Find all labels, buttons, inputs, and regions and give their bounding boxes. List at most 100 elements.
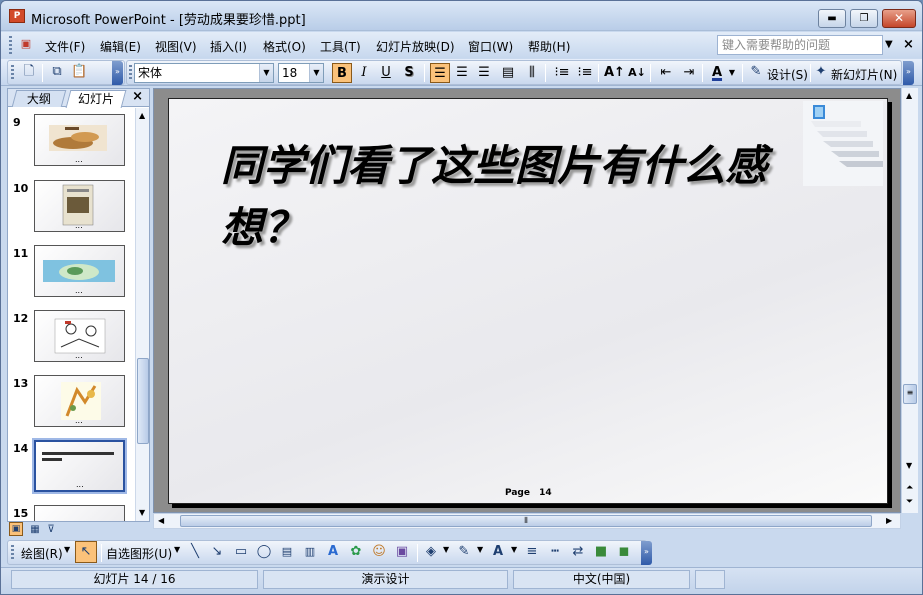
chevron-down-icon[interactable]: ▼ <box>727 63 737 83</box>
help-dropdown-arrow-icon[interactable]: ▼ <box>885 39 893 50</box>
slides-pane-scrollbar[interactable]: ▲ ▼ <box>135 108 149 521</box>
scroll-down-icon[interactable]: ▼ <box>906 461 912 470</box>
help-search-input[interactable]: 键入需要帮助的问题 <box>717 35 883 55</box>
3d-style-icon[interactable]: ◼ <box>616 544 632 560</box>
shadow-style-icon[interactable]: ■ <box>593 544 609 560</box>
menubar-grip[interactable] <box>9 36 12 54</box>
oval-icon[interactable]: ◯ <box>256 544 272 560</box>
line-color-icon[interactable]: ✎ <box>456 544 472 560</box>
decrease-indent-icon[interactable]: ⇤ <box>656 63 676 83</box>
new-document-icon[interactable]: 🗋 <box>21 64 37 80</box>
scroll-up-icon[interactable]: ▲ <box>906 91 912 100</box>
slideshow-view-icon[interactable]: ⊽ <box>43 522 59 538</box>
underline-button[interactable]: U <box>376 63 396 83</box>
new-slide-icon[interactable]: ✦ <box>813 64 829 80</box>
slide-horizontal-scrollbar[interactable]: ◀ ⦀ ▶ <box>153 513 901 529</box>
slide-preview[interactable]: ... <box>34 375 125 427</box>
justify-icon[interactable]: ▤ <box>498 63 518 83</box>
bold-button[interactable]: B <box>332 63 352 83</box>
draw-menu-button[interactable]: 绘图(R) <box>21 545 63 562</box>
chevron-down-icon[interactable]: ▼ <box>174 545 180 554</box>
font-name-combo[interactable]: 宋体 ▼ <box>134 63 274 83</box>
current-slide[interactable]: 同学们看了这些图片有什么感想？ Page 14 <box>168 98 888 504</box>
new-slide-button[interactable]: 新幻灯片(N) <box>831 66 897 83</box>
restore-button[interactable]: ❐ <box>850 9 878 28</box>
shadow-button[interactable]: S <box>399 63 419 83</box>
slide-thumbnail-15[interactable]: 15 <box>8 505 134 521</box>
drawing-toolbar-grip[interactable] <box>11 545 14 561</box>
scrollbar-thumb[interactable]: ≡ <box>903 384 917 404</box>
chevron-down-icon[interactable]: ▼ <box>443 545 449 554</box>
slide-thumbnail-11[interactable]: 11 ... <box>8 245 134 305</box>
menu-window[interactable]: 窗口(W) <box>468 38 513 55</box>
toolbar-options-icon[interactable]: » <box>641 541 652 565</box>
chevron-down-icon[interactable]: ▼ <box>477 545 483 554</box>
toolbar-grip-2[interactable] <box>129 65 132 81</box>
slide-preview-selected[interactable]: ... <box>32 438 127 494</box>
increase-indent-icon[interactable]: ⇥ <box>679 63 699 83</box>
scrollbar-thumb[interactable]: ⦀ <box>180 515 872 527</box>
menu-help[interactable]: 帮助(H) <box>528 38 570 55</box>
tab-slides[interactable]: 幻灯片 <box>65 90 127 108</box>
next-slide-icon[interactable]: ⏷ <box>906 497 913 507</box>
font-size-combo[interactable]: 18 ▼ <box>278 63 324 83</box>
line-icon[interactable]: ╲ <box>187 544 203 560</box>
textbox-icon[interactable]: ▤ <box>279 544 295 560</box>
align-left-icon[interactable]: ☰ <box>430 63 450 83</box>
slide-preview[interactable]: ... <box>34 310 125 362</box>
clipart-icon[interactable]: ☺ <box>371 544 387 560</box>
pane-close-button[interactable]: × <box>132 89 143 104</box>
font-color-icon[interactable]: A <box>490 544 506 560</box>
fill-color-icon[interactable]: ◈ <box>423 544 439 560</box>
slide-preview[interactable] <box>34 505 125 521</box>
arrow-style-icon[interactable]: ⇄ <box>570 544 586 560</box>
toolbar-options-icon[interactable]: » <box>903 61 914 85</box>
dash-style-icon[interactable]: ┅ <box>547 544 563 560</box>
copy-icon[interactable]: ⧉ <box>49 64 65 80</box>
autoshapes-menu-button[interactable]: 自选图形(U) <box>106 545 172 562</box>
menu-edit[interactable]: 编辑(E) <box>100 38 141 55</box>
menu-tools[interactable]: 工具(T) <box>320 38 361 55</box>
chevron-down-icon[interactable]: ▼ <box>64 545 70 554</box>
select-objects-icon[interactable]: ↖ <box>75 541 97 563</box>
tab-outline[interactable]: 大纲 <box>11 90 67 107</box>
menu-file[interactable]: 文件(F) <box>45 38 85 55</box>
scroll-right-icon[interactable]: ▶ <box>886 516 892 525</box>
diagram-icon[interactable]: ✿ <box>348 544 364 560</box>
paste-icon[interactable]: 📋 <box>71 64 87 80</box>
align-center-icon[interactable]: ☰ <box>452 63 472 83</box>
line-style-icon[interactable]: ≡ <box>524 544 540 560</box>
slide-thumbnail-12[interactable]: 12 ... <box>8 310 134 370</box>
font-color-icon[interactable]: A <box>707 63 727 83</box>
slide-thumbnail-9[interactable]: 9 ... <box>8 114 134 174</box>
slide-sorter-view-icon[interactable]: ▦ <box>27 522 43 538</box>
design-icon[interactable]: ✎ <box>748 64 764 80</box>
chevron-down-icon[interactable]: ▼ <box>309 64 323 82</box>
powerpoint-app-icon[interactable]: P <box>9 9 25 23</box>
slide-preview[interactable]: ... <box>34 180 125 232</box>
wordart-icon[interactable]: A <box>325 544 341 560</box>
increase-font-icon[interactable]: A↑ <box>604 63 625 83</box>
align-right-icon[interactable]: ☰ <box>474 63 494 83</box>
normal-view-icon[interactable]: ▣ <box>9 522 23 536</box>
document-close-button[interactable]: × <box>903 37 914 52</box>
scroll-down-icon[interactable]: ▼ <box>139 508 145 517</box>
slide-thumbnail-10[interactable]: 10 ... <box>8 180 134 240</box>
menu-insert[interactable]: 插入(I) <box>210 38 247 55</box>
slide-vertical-scrollbar[interactable]: ▲ ≡ ▼ ⏶ ⏷ <box>901 88 918 513</box>
scroll-left-icon[interactable]: ◀ <box>158 516 164 525</box>
previous-slide-icon[interactable]: ⏶ <box>906 483 913 493</box>
chevron-down-icon[interactable]: ▼ <box>511 545 517 554</box>
chevron-down-icon[interactable]: ▼ <box>259 64 273 82</box>
bullets-icon[interactable]: ⁝≡ <box>575 63 595 83</box>
scroll-up-icon[interactable]: ▲ <box>139 111 145 120</box>
design-button[interactable]: 设计(S) <box>767 66 808 83</box>
numbering-icon[interactable]: ⁝≡ <box>552 63 572 83</box>
scrollbar-thumb[interactable] <box>137 358 149 444</box>
slide-thumbnail-14[interactable]: 14 ... <box>8 438 134 500</box>
slide-title[interactable]: 同学们看了这些图片有什么感想？ <box>221 135 821 259</box>
arrow-icon[interactable]: ↘ <box>209 544 225 560</box>
slide-preview[interactable]: ... <box>34 245 125 297</box>
toolbar-grip[interactable] <box>11 65 14 81</box>
rectangle-icon[interactable]: ▭ <box>233 544 249 560</box>
